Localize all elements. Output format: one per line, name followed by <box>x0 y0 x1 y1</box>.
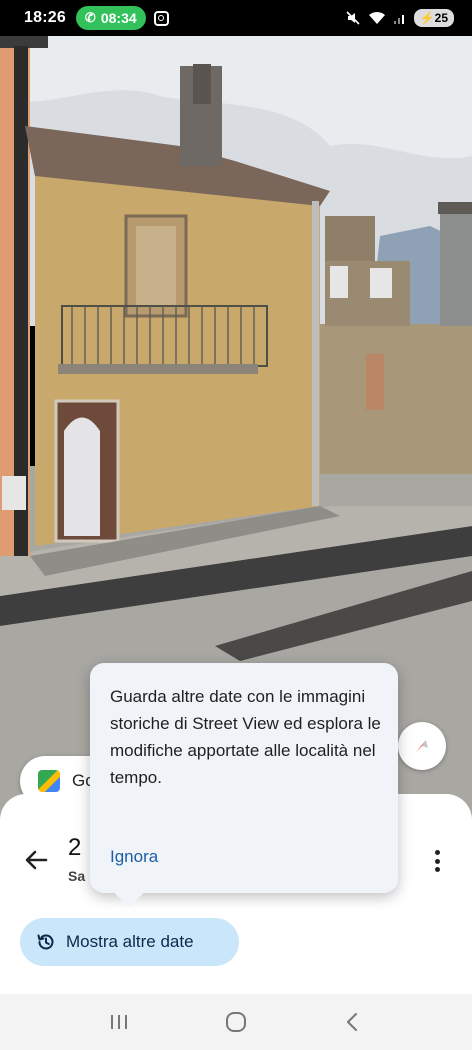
more-options-button[interactable] <box>426 846 448 876</box>
google-maps-icon <box>38 770 60 792</box>
wifi-icon <box>368 11 385 24</box>
more-vert-icon <box>434 850 440 855</box>
historical-imagery-tooltip: Guarda altre date con le immagini storic… <box>90 663 398 893</box>
signal-icon <box>393 15 404 24</box>
location-title: 2 <box>68 834 82 861</box>
show-more-dates-button[interactable]: Mostra altre date <box>20 918 239 966</box>
location-subtitle: Sa <box>68 868 86 884</box>
status-icons: ⚡ 25 <box>345 9 454 27</box>
history-icon <box>37 934 54 950</box>
instagram-icon <box>153 10 169 26</box>
show-more-dates-label: Mostra altre date <box>66 932 194 951</box>
call-pill[interactable]: ✆ 08:34 <box>75 6 146 30</box>
mute-icon <box>346 11 360 25</box>
call-timer: 08:34 <box>100 10 137 26</box>
nav-back-icon <box>347 1013 358 1031</box>
system-nav-bar <box>0 994 472 1050</box>
tooltip-text: Guarda altre date con le immagini storic… <box>110 687 381 787</box>
home-icon <box>225 1012 246 1032</box>
compass-icon <box>416 740 428 752</box>
phone-icon: ✆ <box>84 10 96 25</box>
compass-button[interactable] <box>398 722 446 770</box>
recents-icon <box>110 1015 127 1029</box>
status-time: 18:26 <box>24 9 66 26</box>
nav-back-button[interactable] <box>333 1002 373 1042</box>
battery-indicator: ⚡ 25 <box>413 9 454 27</box>
status-bar: 18:26 ✆ 08:34 ⚡ 25 <box>0 0 472 36</box>
battery-level: 25 <box>434 11 448 25</box>
home-button[interactable] <box>216 1002 256 1042</box>
recents-button[interactable] <box>99 1002 139 1042</box>
back-button[interactable] <box>20 844 52 876</box>
back-arrow-icon <box>25 850 48 870</box>
tooltip-dismiss-button[interactable]: Ignora <box>110 847 158 867</box>
